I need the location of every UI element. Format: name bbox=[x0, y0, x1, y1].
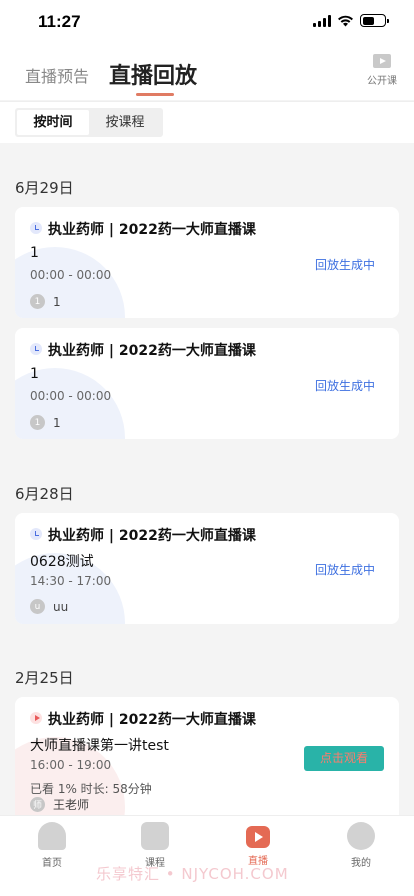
tab-mine[interactable]: 我的 bbox=[331, 822, 391, 869]
course-title: 执业药师 | 2022药一大师直播课 bbox=[48, 528, 256, 544]
filter-by-course[interactable]: 按课程 bbox=[89, 110, 161, 135]
lesson-time: 00:00 - 00:00 bbox=[30, 389, 112, 403]
user-icon bbox=[347, 822, 375, 850]
teacher-info: 1 1 bbox=[30, 415, 61, 430]
wifi-icon bbox=[338, 15, 353, 26]
teacher-info: u uu bbox=[30, 599, 68, 614]
course-title: 执业药师 | 2022药一大师直播课 bbox=[48, 712, 256, 728]
replay-list: 6月29日 执业药师 | 2022药一大师直播课 1 00:00 - 00:00… bbox=[0, 143, 414, 815]
tab-live-preview[interactable]: 直播预告 bbox=[25, 63, 89, 87]
lesson-title: 1 bbox=[30, 366, 39, 382]
lesson-time: 14:30 - 17:00 bbox=[30, 574, 112, 588]
filter-by-time[interactable]: 按时间 bbox=[17, 110, 89, 135]
replay-card[interactable]: 执业药师 | 2022药一大师直播课 0628测试 14:30 - 17:00 … bbox=[15, 513, 399, 624]
date-header: 2月25日 bbox=[15, 669, 74, 687]
play-icon bbox=[30, 712, 42, 724]
clock-icon bbox=[30, 222, 42, 234]
avatar: 1 bbox=[30, 415, 45, 430]
lesson-title: 0628测试 bbox=[30, 554, 94, 570]
home-icon bbox=[38, 822, 66, 850]
public-class-button[interactable]: 公开课 bbox=[366, 54, 398, 87]
sort-segmented-control: 按时间 按课程 bbox=[15, 108, 163, 137]
course-title: 执业药师 | 2022药一大师直播课 bbox=[48, 222, 256, 238]
clock-icon bbox=[30, 343, 42, 355]
tab-home-label: 首页 bbox=[42, 858, 62, 869]
clock-icon bbox=[30, 528, 42, 540]
replay-status: 回放生成中 bbox=[314, 563, 375, 577]
teacher-info: 1 1 bbox=[30, 294, 61, 309]
course-title: 执业药师 | 2022药一大师直播课 bbox=[48, 343, 256, 359]
tab-mine-label: 我的 bbox=[351, 858, 371, 869]
tab-course[interactable]: 课程 bbox=[125, 822, 185, 869]
filter-bar: 按时间 按课程 bbox=[0, 101, 414, 143]
tab-home[interactable]: 首页 bbox=[22, 822, 82, 869]
teacher-name: 1 bbox=[53, 294, 61, 309]
live-tv-icon bbox=[246, 826, 270, 848]
avatar: 师 bbox=[30, 797, 45, 812]
teacher-name: 王老师 bbox=[53, 798, 90, 812]
date-header: 6月29日 bbox=[15, 179, 74, 197]
teacher-name: 1 bbox=[53, 415, 61, 430]
replay-status: 回放生成中 bbox=[314, 258, 375, 272]
lesson-title: 1 bbox=[30, 245, 39, 261]
watch-button[interactable]: 点击观看 bbox=[304, 746, 384, 771]
tab-live-replay[interactable]: 直播回放 bbox=[109, 58, 197, 90]
active-tab-indicator bbox=[136, 93, 174, 96]
status-icons bbox=[313, 14, 389, 27]
lesson-title: 大师直播课第一讲test bbox=[30, 738, 169, 754]
replay-status: 回放生成中 bbox=[314, 379, 375, 393]
course-icon bbox=[141, 822, 169, 850]
watermark: 乐享特汇 • NJYCOH.COM bbox=[96, 865, 289, 883]
replay-card[interactable]: 执业药师 | 2022药一大师直播课 1 00:00 - 00:00 1 1 回… bbox=[15, 207, 399, 318]
teacher-info: 师 王老师 bbox=[30, 796, 89, 813]
avatar: u bbox=[30, 599, 45, 614]
header: 直播预告 直播回放 公开课 bbox=[0, 46, 414, 100]
date-header: 6月28日 bbox=[15, 485, 74, 503]
tv-play-icon bbox=[373, 54, 391, 68]
avatar: 1 bbox=[30, 294, 45, 309]
status-bar: 11:27 bbox=[0, 0, 414, 46]
teacher-name: uu bbox=[53, 599, 69, 614]
lesson-time: 16:00 - 19:00 bbox=[30, 758, 112, 772]
public-class-label: 公开课 bbox=[367, 76, 397, 87]
cellular-signal-icon bbox=[313, 14, 331, 27]
status-time: 11:27 bbox=[38, 12, 81, 31]
watch-progress: 已看 1% 时长: 58分钟 bbox=[30, 782, 152, 796]
battery-icon bbox=[360, 14, 389, 27]
lesson-time: 00:00 - 00:00 bbox=[30, 268, 112, 282]
replay-card[interactable]: 执业药师 | 2022药一大师直播课 大师直播课第一讲test 16:00 - … bbox=[15, 697, 399, 815]
replay-card[interactable]: 执业药师 | 2022药一大师直播课 1 00:00 - 00:00 1 1 回… bbox=[15, 328, 399, 439]
tab-live[interactable]: 直播 bbox=[228, 822, 288, 867]
